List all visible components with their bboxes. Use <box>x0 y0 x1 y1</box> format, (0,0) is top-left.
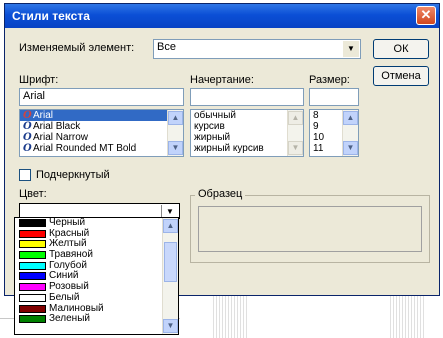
color-option[interactable]: Красный <box>15 228 178 240</box>
color-swatch <box>19 261 46 270</box>
color-swatch <box>19 251 46 260</box>
scroll-up-icon[interactable]: ▲ <box>288 111 303 125</box>
style-input[interactable] <box>190 88 304 106</box>
style-list[interactable]: обычный курсив жирный жирный курсив ▲ ▼ <box>190 109 304 157</box>
size-input[interactable] <box>309 88 359 106</box>
color-option[interactable]: Зеленый <box>15 313 178 325</box>
close-button[interactable]: ✕ <box>416 6 436 25</box>
color-swatch <box>19 240 46 249</box>
color-option[interactable]: Голубой <box>15 260 178 272</box>
scroll-up-icon[interactable]: ▲ <box>343 111 358 125</box>
scroll-up-icon[interactable]: ▲ <box>163 219 178 233</box>
opentype-icon: O <box>23 143 32 154</box>
ok-button[interactable]: ОК <box>373 39 429 59</box>
size-list-scrollbar[interactable]: ▲ ▼ <box>342 110 358 156</box>
color-option[interactable]: Малиновый <box>15 303 178 315</box>
opentype-icon: O <box>23 132 32 143</box>
scroll-up-icon[interactable]: ▲ <box>168 111 183 125</box>
scroll-thumb[interactable] <box>164 242 177 282</box>
font-input[interactable]: Arial <box>19 88 184 106</box>
color-option[interactable]: Желтый <box>15 239 178 250</box>
close-icon: ✕ <box>420 7 432 22</box>
element-select[interactable]: Все ▼ <box>153 39 361 59</box>
opentype-icon: O <box>23 110 32 121</box>
list-item[interactable]: OArial Narrow <box>20 132 183 143</box>
color-swatch <box>19 315 46 324</box>
color-swatch <box>19 293 46 302</box>
title-bar[interactable]: Стили текста ✕ <box>5 4 439 28</box>
dialog-title: Стили текста <box>12 9 90 23</box>
element-value: Все <box>157 41 176 53</box>
cancel-button[interactable]: Отмена <box>373 66 429 86</box>
background-pattern <box>390 296 426 338</box>
color-option[interactable]: Синий <box>15 271 178 282</box>
color-swatch <box>19 229 46 238</box>
color-list-scrollbar[interactable]: ▲ ▼ <box>162 218 178 334</box>
opentype-icon: O <box>23 121 32 132</box>
color-swatch <box>19 219 46 227</box>
color-swatch <box>19 283 46 292</box>
font-list-scrollbar[interactable]: ▲ ▼ <box>167 110 183 156</box>
font-list[interactable]: OArial OArial Black OArial Narrow OArial… <box>19 109 184 157</box>
size-list[interactable]: 8 9 10 11 ▲ ▼ <box>309 109 359 157</box>
font-input-value: Arial <box>23 90 46 102</box>
style-label: Начертание: <box>190 74 254 86</box>
scroll-down-icon[interactable]: ▼ <box>343 141 358 155</box>
underline-label: Подчеркнутый <box>36 169 110 181</box>
underline-checkbox[interactable] <box>19 169 31 181</box>
color-dropdown-list[interactable]: Черный Красный Желтый Травяной Голубой С… <box>14 217 179 335</box>
color-option[interactable]: Черный <box>15 218 178 229</box>
list-item[interactable]: OArial Black <box>20 121 183 132</box>
color-option[interactable]: Травяной <box>15 249 178 261</box>
color-label: Цвет: <box>19 188 47 200</box>
scroll-down-icon[interactable]: ▼ <box>163 319 178 333</box>
chevron-down-icon[interactable]: ▼ <box>161 205 178 217</box>
style-list-scrollbar[interactable]: ▲ ▼ <box>287 110 303 156</box>
font-label: Шрифт: <box>19 74 59 86</box>
list-item[interactable]: OArial <box>20 110 183 121</box>
preview-label: Образец <box>195 188 246 200</box>
chevron-down-icon[interactable]: ▼ <box>343 41 359 57</box>
size-label: Размер: <box>309 74 350 86</box>
color-option[interactable]: Белый <box>15 292 178 304</box>
color-option[interactable]: Розовый <box>15 281 178 293</box>
background-pattern <box>213 296 249 338</box>
preview-area <box>198 206 422 252</box>
scroll-down-icon[interactable]: ▼ <box>288 141 303 155</box>
scroll-down-icon[interactable]: ▼ <box>168 141 183 155</box>
color-swatch <box>19 304 46 313</box>
list-item[interactable]: OArial Rounded MT Bold <box>20 143 183 154</box>
element-label: Изменяемый элемент: <box>19 42 135 54</box>
color-swatch <box>19 272 46 281</box>
